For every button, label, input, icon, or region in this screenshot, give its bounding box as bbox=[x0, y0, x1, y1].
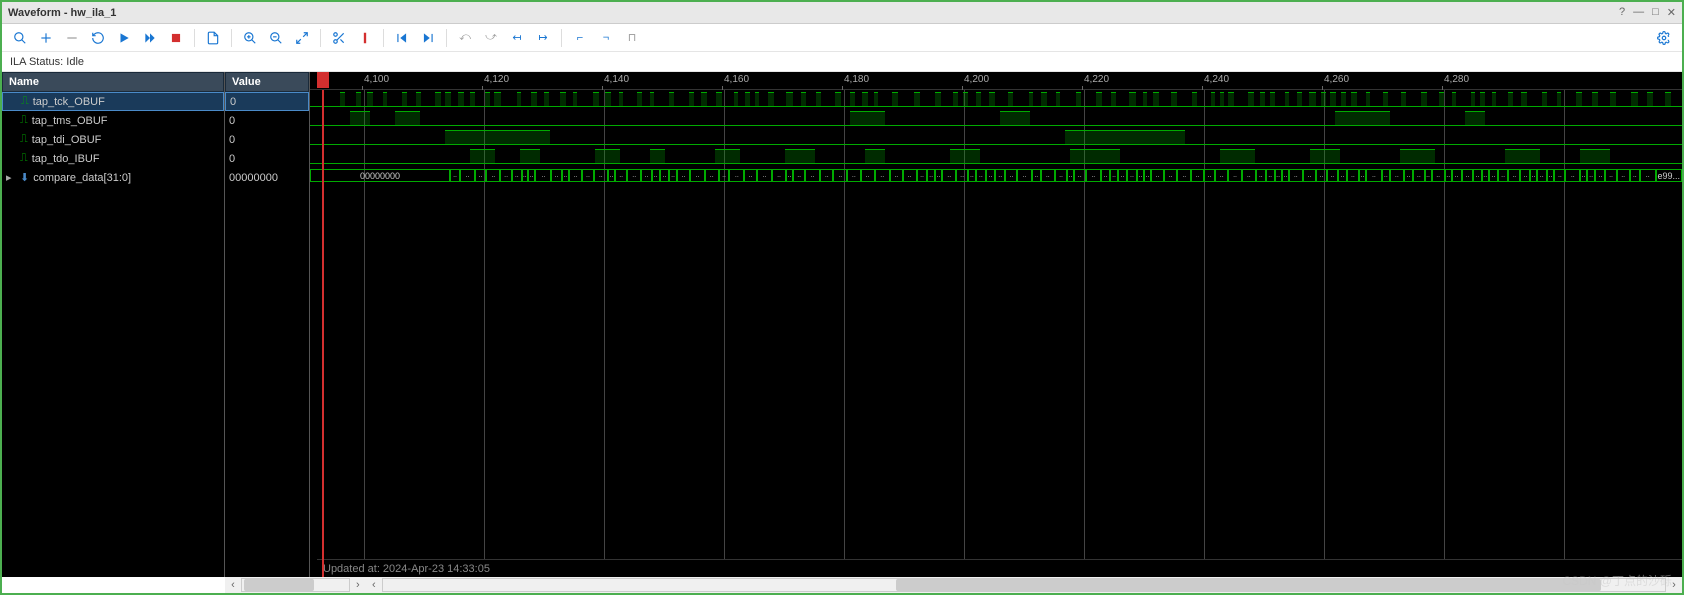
ila-status-bar: ILA Status: Idle bbox=[2, 52, 1682, 72]
signal-value-row[interactable]: 0 bbox=[225, 92, 309, 111]
go-start-button[interactable] bbox=[390, 26, 414, 50]
marker-button[interactable] bbox=[353, 26, 377, 50]
name-header[interactable]: Name bbox=[2, 72, 224, 92]
zoom-out-button[interactable] bbox=[264, 26, 288, 50]
wire-icon: ⎍ bbox=[20, 152, 28, 165]
updated-text: Updated at: 2024-Apr-23 14:33:05 bbox=[323, 563, 490, 575]
time-ruler[interactable]: 4,1004,1204,1404,1604,1804,2004,2204,240… bbox=[310, 72, 1682, 90]
watermark: CSDN @丁点的沙砾 bbox=[1562, 572, 1672, 589]
rerun-button[interactable] bbox=[86, 26, 110, 50]
signal-value-row[interactable]: 0 bbox=[225, 149, 309, 168]
zoom-fit-button[interactable] bbox=[290, 26, 314, 50]
toolbar: ⤺ ⤻ ↤ ↦ ⌐ ¬ ⊓ bbox=[2, 24, 1682, 52]
signal-value-row[interactable]: 00000000 bbox=[225, 168, 309, 187]
export-button[interactable] bbox=[201, 26, 225, 50]
main-area: Name ⎍tap_tck_OBUF⎍tap_tms_OBUF⎍tap_tdi_… bbox=[2, 72, 1682, 577]
remove-button[interactable] bbox=[60, 26, 84, 50]
footer-status: Updated at: 2024-Apr-23 14:33:05 bbox=[317, 559, 1682, 577]
run-all-button[interactable] bbox=[138, 26, 162, 50]
prev-edge-button[interactable]: ⤺ bbox=[453, 26, 477, 50]
zoom-in-button[interactable] bbox=[238, 26, 262, 50]
run-button[interactable] bbox=[112, 26, 136, 50]
wire-icon: ⎍ bbox=[21, 95, 29, 108]
h-scrollbar[interactable]: ‹ › ‹ › bbox=[225, 577, 1682, 593]
help-icon[interactable]: ? bbox=[1619, 6, 1625, 19]
signal-name: tap_tdi_OBUF bbox=[32, 134, 102, 146]
cut-button[interactable] bbox=[327, 26, 351, 50]
scroll-right-icon[interactable]: › bbox=[350, 577, 366, 593]
wire-icon: ⎍ bbox=[20, 114, 28, 127]
signal-name-row[interactable]: ⎍ tap_tms_OBUF bbox=[2, 111, 224, 130]
go-end-button[interactable] bbox=[416, 26, 440, 50]
next-edge-button[interactable]: ⤻ bbox=[479, 26, 503, 50]
status-label: ILA Status: bbox=[10, 56, 63, 68]
settings-button[interactable] bbox=[1652, 26, 1676, 50]
both-edge-button[interactable]: ⊓ bbox=[620, 26, 644, 50]
signal-name: tap_tck_OBUF bbox=[33, 96, 105, 108]
status-value: Idle bbox=[66, 56, 84, 68]
falling-edge-button[interactable]: ¬ bbox=[594, 26, 618, 50]
wave-area[interactable]: 00000000................................… bbox=[310, 90, 1682, 577]
title-bar: Waveform - hw_ila_1 ? — □ ✕ bbox=[2, 2, 1682, 24]
rising-edge-button[interactable]: ⌐ bbox=[568, 26, 592, 50]
window-title: Waveform - hw_ila_1 bbox=[8, 7, 116, 19]
signal-name-row[interactable]: ⎍ tap_tck_OBUF bbox=[2, 92, 224, 111]
signal-value-row[interactable]: 0 bbox=[225, 130, 309, 149]
search-button[interactable] bbox=[8, 26, 32, 50]
signal-name: compare_data[31:0] bbox=[33, 172, 131, 184]
signal-name-row[interactable]: ▸ ⬇ compare_data[31:0] bbox=[2, 168, 224, 187]
signal-name-row[interactable]: ⎍ tap_tdi_OBUF bbox=[2, 130, 224, 149]
close-icon[interactable]: ✕ bbox=[1667, 6, 1676, 19]
scroll-left2-icon[interactable]: ‹ bbox=[366, 577, 382, 593]
prev-trans-button[interactable]: ↤ bbox=[505, 26, 529, 50]
add-button[interactable] bbox=[34, 26, 58, 50]
stop-button[interactable] bbox=[164, 26, 188, 50]
next-trans-button[interactable]: ↦ bbox=[531, 26, 555, 50]
signal-name: tap_tms_OBUF bbox=[32, 115, 108, 127]
signal-value-row[interactable]: 0 bbox=[225, 111, 309, 130]
maximize-icon[interactable]: □ bbox=[1652, 6, 1659, 19]
waveform-panel[interactable]: 4,1004,1204,1404,1604,1804,2004,2204,240… bbox=[310, 72, 1682, 577]
wire-icon: ⎍ bbox=[20, 133, 28, 146]
value-header[interactable]: Value bbox=[225, 72, 309, 92]
minimize-icon[interactable]: — bbox=[1633, 6, 1644, 19]
signal-name: tap_tdo_IBUF bbox=[32, 153, 100, 165]
cursor-marker[interactable] bbox=[322, 90, 324, 577]
scroll-left-icon[interactable]: ‹ bbox=[225, 577, 241, 593]
signal-name-row[interactable]: ⎍ tap_tdo_IBUF bbox=[2, 149, 224, 168]
name-panel: Name ⎍tap_tck_OBUF⎍tap_tms_OBUF⎍tap_tdi_… bbox=[2, 72, 225, 577]
value-panel: Value 000000000000 bbox=[225, 72, 310, 577]
window-controls: ? — □ ✕ bbox=[1619, 6, 1676, 19]
bus-icon: ⬇ bbox=[20, 171, 29, 184]
expand-icon[interactable]: ▸ bbox=[6, 171, 16, 184]
